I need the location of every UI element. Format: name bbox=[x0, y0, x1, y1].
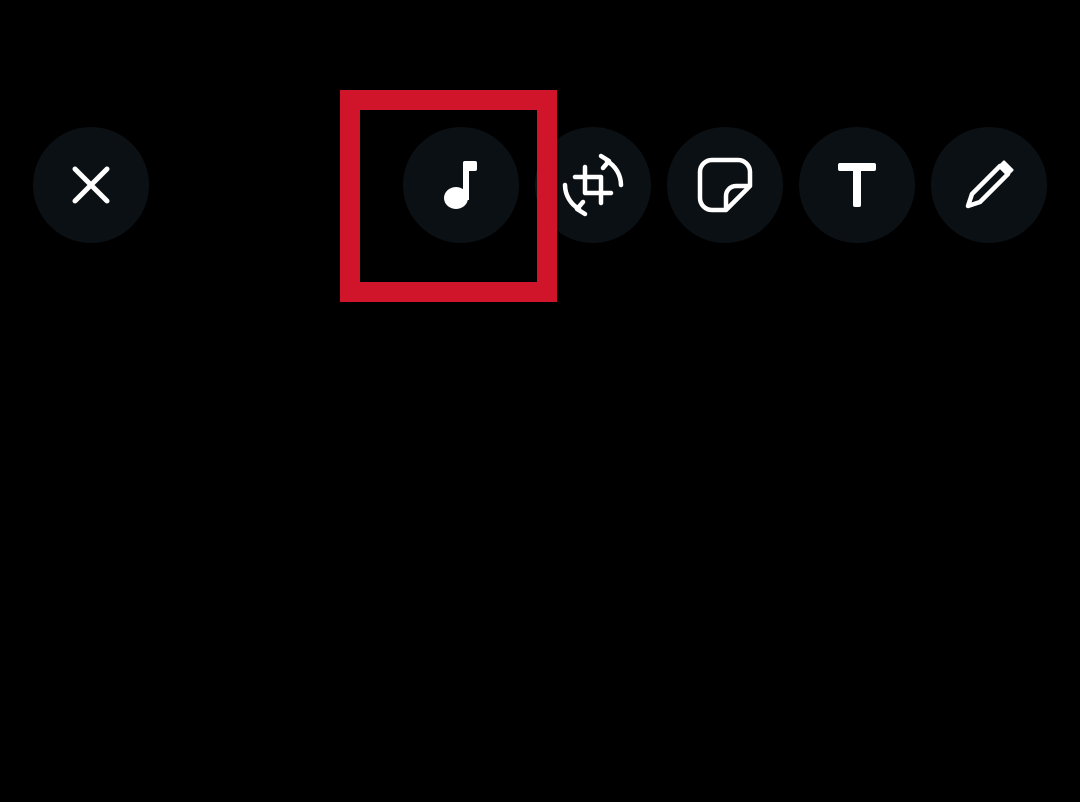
sticker-icon bbox=[697, 157, 753, 213]
crop-rotate-icon bbox=[562, 153, 624, 217]
sticker-button[interactable] bbox=[667, 127, 783, 243]
crop-rotate-button[interactable] bbox=[535, 127, 651, 243]
music-button[interactable] bbox=[403, 127, 519, 243]
music-note-icon bbox=[444, 161, 477, 209]
close-button[interactable] bbox=[33, 127, 149, 243]
text-icon bbox=[838, 163, 876, 207]
draw-button[interactable] bbox=[931, 127, 1047, 243]
close-icon bbox=[72, 166, 110, 204]
text-button[interactable] bbox=[799, 127, 915, 243]
pencil-icon bbox=[965, 160, 1014, 209]
editor-toolbar bbox=[0, 0, 1080, 300]
